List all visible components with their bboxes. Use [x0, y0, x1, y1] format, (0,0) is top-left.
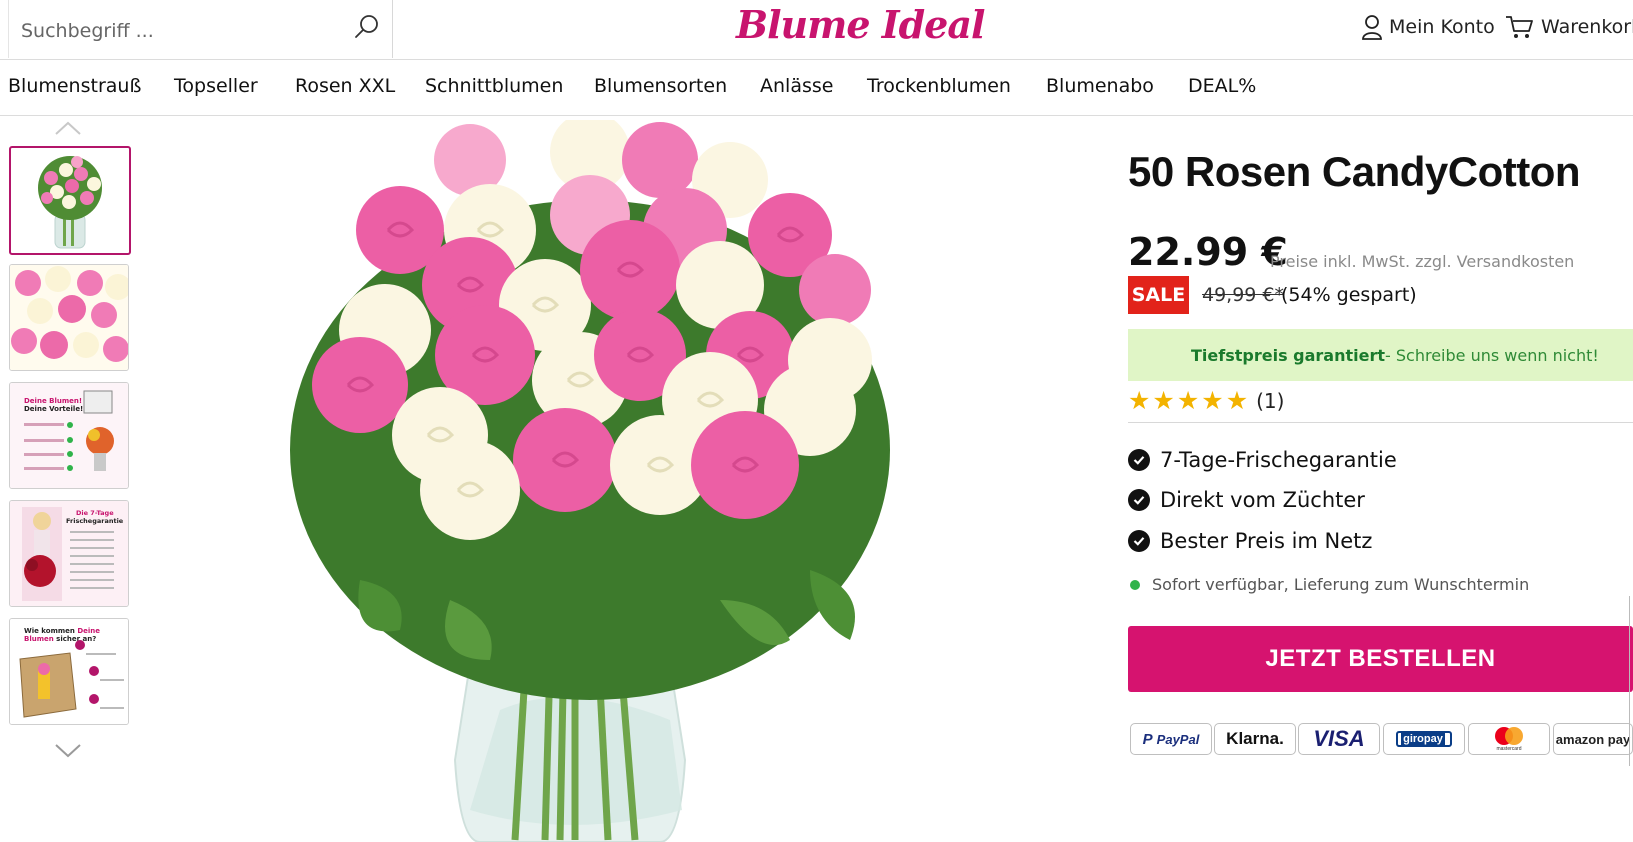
product-image[interactable]: [290, 120, 950, 842]
mastercard-circles-icon: [1495, 727, 1523, 745]
nav-item-rosen-xxl[interactable]: Rosen XXL: [295, 75, 395, 97]
thumb5-heading-1: Wie kommen Deine: [24, 627, 100, 635]
divider: [1128, 422, 1633, 423]
price-guarantee-banner[interactable]: Tiefstpreis garantiert - Schreibe uns we…: [1128, 329, 1633, 381]
amazon-pay-logo: amazon pay: [1553, 723, 1633, 755]
rating[interactable]: ★ ★ ★ ★ ★ (1): [1128, 388, 1284, 413]
nav-item-blumensorten[interactable]: Blumensorten: [594, 75, 727, 97]
thumbnail-1[interactable]: [9, 146, 131, 255]
account-link[interactable]: Mein Konto: [1361, 14, 1495, 40]
product-title: 50 Rosen CandyCotton: [1128, 148, 1581, 195]
account-label: Mein Konto: [1389, 16, 1495, 38]
search-input[interactable]: [19, 12, 343, 50]
thumbnail-3[interactable]: Deine Blumen! Deine Vorteile!: [9, 382, 129, 489]
order-button[interactable]: JETZT BESTELLEN: [1128, 626, 1633, 692]
paypal-p-icon: P: [1142, 730, 1153, 748]
availability: Sofort verfügbar, Lieferung zum Wunschte…: [1130, 575, 1529, 594]
cart-icon: [1506, 16, 1533, 38]
logo[interactable]: Blume Ideal: [736, 2, 985, 47]
nav-item-anlaesse[interactable]: Anlässe: [760, 75, 833, 97]
check-circle-icon: [1128, 530, 1150, 552]
feature-label: Direkt vom Züchter: [1160, 488, 1365, 512]
thumb4-heading-1: Die 7-Tage: [76, 509, 114, 517]
nav-item-topseller[interactable]: Topseller: [174, 75, 258, 97]
availability-text: Sofort verfügbar, Lieferung zum Wunschte…: [1152, 575, 1530, 594]
search-box: [8, 0, 393, 58]
check-circle-icon: [1128, 449, 1150, 471]
shipping-thumbnail: Wie kommen Deine Blumen sicher an?: [10, 619, 128, 724]
nav-item-trockenblumen[interactable]: Trockenblumen: [867, 75, 1011, 97]
thumb4-heading-2: Frischegarantie: [66, 517, 124, 525]
check-circle-icon: [1128, 489, 1150, 511]
savings-text: (54% gespart): [1281, 284, 1417, 306]
feature-item: 7-Tage-Frischegarantie: [1128, 448, 1397, 472]
visa-logo: VISA: [1298, 723, 1380, 755]
giropay-logo: giropay: [1383, 723, 1465, 755]
thumbnail-4[interactable]: Die 7-Tage Frischegarantie: [9, 500, 129, 607]
nav-item-blumenabo[interactable]: Blumenabo: [1046, 75, 1154, 97]
main-nav: Blumenstrauß Topseller Rosen XXL Schnitt…: [0, 59, 1633, 116]
chevron-down-icon[interactable]: [54, 743, 82, 759]
benefits-thumbnail: Deine Blumen! Deine Vorteile!: [10, 383, 128, 488]
availability-dot-icon: [1130, 579, 1140, 590]
feature-label: 7-Tage-Frischegarantie: [1160, 448, 1397, 472]
product-price: 22.99 €: [1128, 230, 1288, 274]
sale-badge: SALE: [1128, 276, 1189, 314]
star-icon: ★: [1201, 386, 1224, 415]
nav-item-schnittblumen[interactable]: Schnittblumen: [425, 75, 563, 97]
freshness-guarantee-thumbnail: Die 7-Tage Frischegarantie: [10, 501, 128, 606]
search-icon[interactable]: [352, 12, 382, 42]
feature-item: Direkt vom Züchter: [1128, 488, 1365, 512]
guarantee-bold: Tiefstpreis garantiert: [1191, 345, 1386, 365]
thumbnail-5[interactable]: Wie kommen Deine Blumen sicher an?: [9, 618, 129, 725]
mastercard-logo: mastercard: [1468, 723, 1550, 755]
thumb3-heading-1: Deine Blumen!: [24, 397, 82, 405]
nav-item-deal[interactable]: DEAL%: [1188, 75, 1256, 97]
thumbnail-2[interactable]: [9, 264, 129, 371]
feature-item: Bester Preis im Netz: [1128, 529, 1372, 553]
star-icon: ★: [1128, 386, 1151, 415]
cart-link[interactable]: Warenkorb: [1505, 14, 1633, 40]
star-icon: ★: [1225, 386, 1249, 415]
thumb5-heading-2: Blumen sicher an?: [24, 635, 96, 643]
price-note: Preise inkl. MwSt. zzgl. Versandkosten: [1270, 252, 1575, 271]
paypal-logo: P PayPal: [1130, 723, 1212, 755]
old-price: 49,99 €*: [1202, 284, 1285, 306]
review-count[interactable]: (1): [1256, 389, 1284, 413]
thumb3-heading-2: Deine Vorteile!: [24, 405, 83, 413]
star-icon: ★: [1176, 386, 1200, 415]
star-icon: ★: [1152, 386, 1175, 415]
nav-item-blumenstrauss[interactable]: Blumenstrauß: [8, 75, 141, 97]
klarna-logo: Klarna.: [1214, 723, 1296, 755]
feature-label: Bester Preis im Netz: [1160, 529, 1373, 553]
header: Blume Ideal Mein Konto Warenkorb: [0, 0, 1633, 60]
guarantee-rest: - Schreibe uns wenn nicht!: [1385, 345, 1599, 365]
scrollbar[interactable]: [1629, 596, 1633, 766]
cart-label: Warenkorb: [1541, 16, 1633, 38]
user-icon: [1362, 15, 1382, 40]
bouquet-vase-thumbnail: [38, 156, 102, 249]
chevron-up-icon[interactable]: [54, 120, 82, 136]
roses-closeup-thumbnail: [10, 265, 128, 370]
